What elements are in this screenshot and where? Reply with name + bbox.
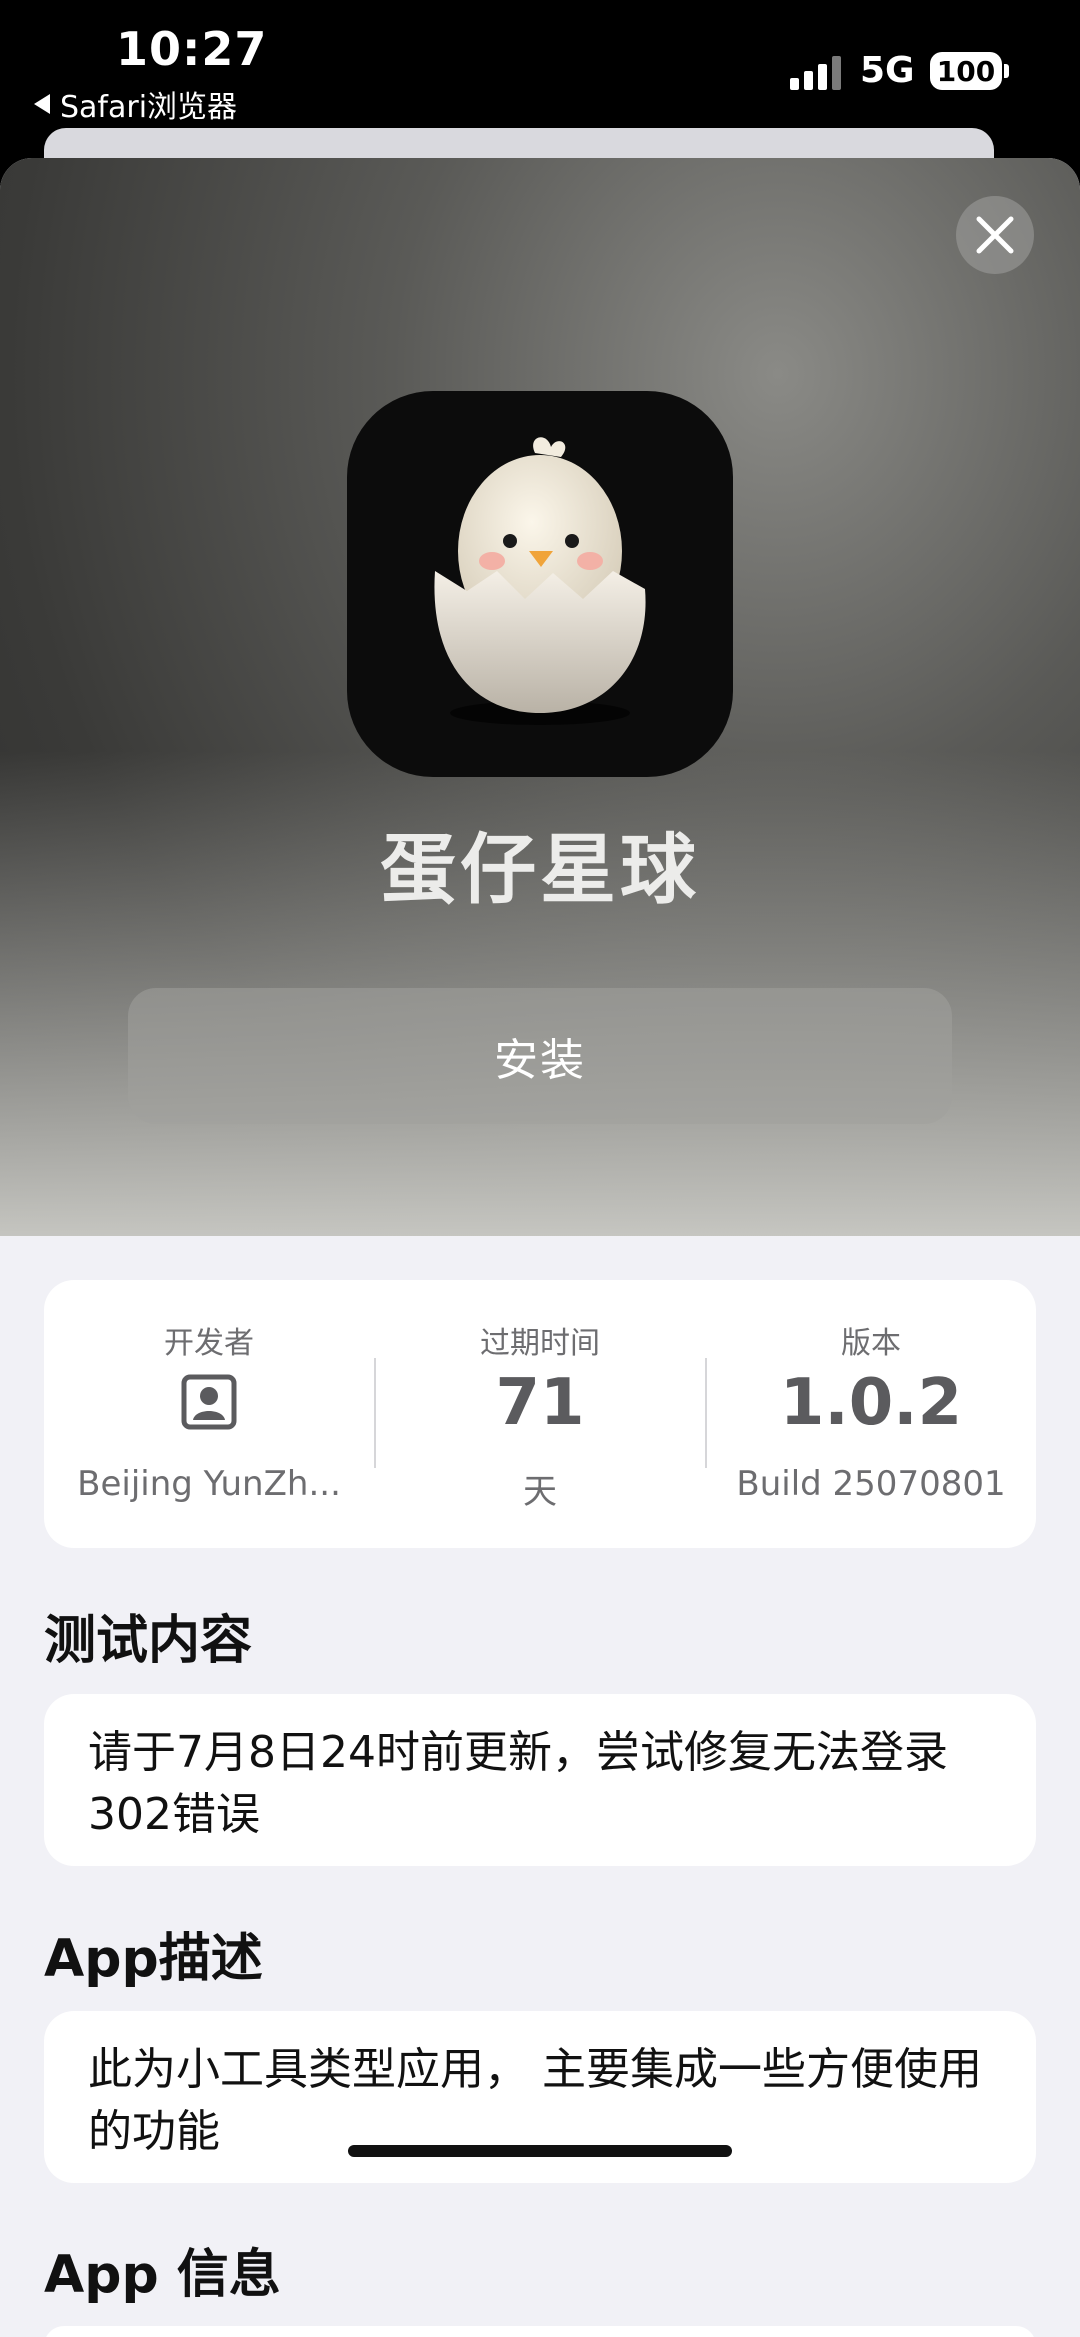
app-info-card: 开发者 Beijing YunZh... 过期时间 71 天 版本 1.0.2 …: [44, 1280, 1036, 1548]
section-title-test: 测试内容: [44, 1611, 253, 1671]
app-info-detail-card: [44, 2326, 1036, 2337]
section-title-app-info: App 信息: [44, 2245, 281, 2305]
close-icon: [976, 216, 1014, 254]
signal-icon: [790, 56, 841, 90]
app-icon: [347, 391, 733, 777]
expiry-column: 过期时间 71 天: [375, 1280, 705, 1548]
app-install-sheet: 蛋仔星球 安装 开发者 Beijing YunZh... 过期时间 71 天 版…: [0, 158, 1080, 2337]
home-indicator[interactable]: [348, 2145, 732, 2157]
battery-level: 100: [936, 54, 996, 88]
expiry-label: 过期时间: [480, 1326, 600, 1361]
back-label: Safari浏览器: [60, 90, 238, 125]
section-title-description: App描述: [44, 1929, 263, 1989]
network-label: 5G: [860, 50, 915, 91]
chick-egg-icon: [434, 437, 646, 725]
install-button[interactable]: 安装: [128, 988, 952, 1124]
close-button[interactable]: [956, 196, 1034, 274]
hero-header: 蛋仔星球 安装: [0, 158, 1080, 1236]
developer-column: 开发者 Beijing YunZh...: [44, 1280, 374, 1548]
description-card: 此为小工具类型应用， 主要集成一些方便使用的功能: [44, 2011, 1036, 2183]
expiry-value: 71: [495, 1366, 585, 1440]
back-to-safari[interactable]: Safari浏览器: [34, 82, 237, 126]
battery-tip: [1004, 64, 1009, 78]
back-arrow-icon: [34, 94, 50, 114]
test-content-text: 请于7月8日24时前更新，尝试修复无法登录302错误: [88, 1727, 948, 1840]
test-content-card: 请于7月8日24时前更新，尝试修复无法登录302错误: [44, 1694, 1036, 1866]
version-value: 1.0.2: [779, 1366, 963, 1440]
battery-icon: 100: [930, 52, 1002, 90]
app-name: 蛋仔星球: [380, 825, 700, 914]
description-text: 此为小工具类型应用， 主要集成一些方便使用的功能: [88, 2044, 982, 2157]
developer-name: Beijing YunZh...: [77, 1464, 341, 1504]
version-column: 版本 1.0.2 Build 25070801: [706, 1280, 1036, 1548]
expiry-unit: 天: [523, 1472, 557, 1512]
build-number: Build 25070801: [736, 1464, 1006, 1504]
version-label: 版本: [841, 1326, 901, 1361]
person-icon: [181, 1374, 237, 1430]
developer-label: 开发者: [164, 1326, 254, 1361]
status-time: 10:27: [116, 22, 268, 76]
